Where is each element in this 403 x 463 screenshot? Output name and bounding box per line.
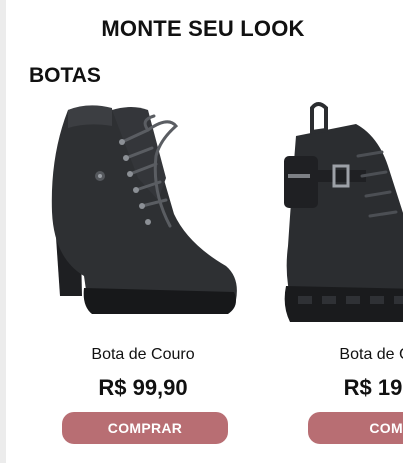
buy-button[interactable]: COMP	[308, 412, 403, 444]
heeled-lace-up-boot-image[interactable]	[48, 96, 238, 332]
combat-boot-with-pouch-image[interactable]	[278, 96, 403, 332]
product-price: R$ 19	[343, 375, 403, 400]
product-card[interactable]: Bota de Couro R$ 99,90 COMPRAR	[48, 96, 238, 456]
product-name[interactable]: Bota de C	[280, 346, 403, 364]
product-name[interactable]: Bota de Couro	[48, 346, 238, 364]
buy-button[interactable]: COMPRAR	[62, 412, 228, 444]
product-carousel[interactable]: Bota de Couro R$ 99,90 COMPRAR Bota de R…	[0, 0, 403, 463]
product-price: R$ 99,90	[98, 375, 188, 400]
product-card[interactable]: Bota de C R$ 19 COMP	[278, 96, 403, 456]
